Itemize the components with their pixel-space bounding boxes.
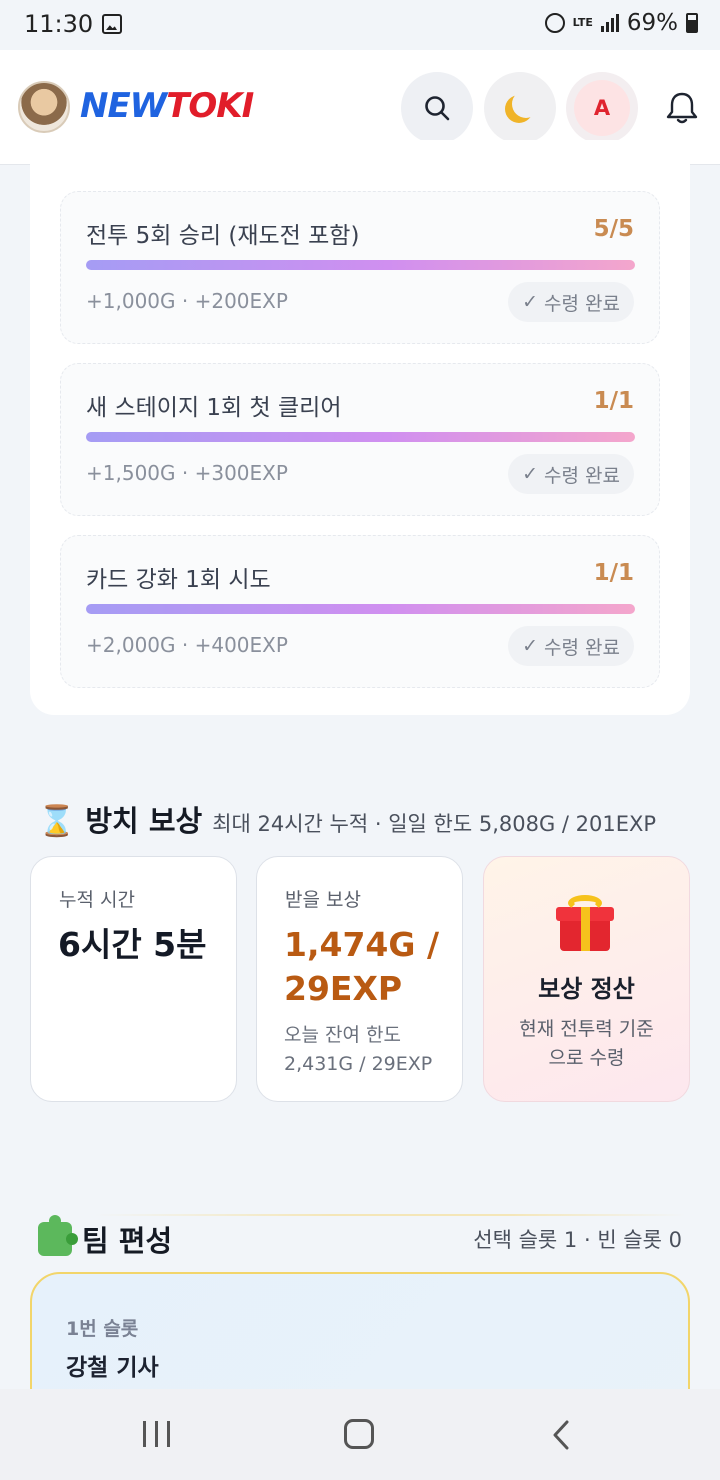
idle-reward-header: ⌛ 방치 보상 최대 24시간 누적 · 일일 한도 5,808G / 201E… [38,798,698,840]
puzzle-icon [38,1215,78,1256]
slot-character-name: 강철 기사 [66,1355,159,1381]
site-logo[interactable]: NEWTOKI [80,86,254,126]
team-header: 팀 편성 [38,1215,173,1260]
claim-done-button[interactable]: ✓ 수령 완료 [508,454,634,494]
system-nav-bar [0,1389,720,1480]
card-label: 누적 시간 [59,889,135,911]
quest-item: 새 스테이지 1회 첫 클리어 1/1 +1,500G · +300EXP ✓ … [60,363,660,516]
dark-mode-toggle[interactable] [484,72,556,144]
check-icon: ✓ [522,463,539,485]
section-title: 팀 편성 [82,1224,173,1258]
quest-count: 5/5 [593,216,634,242]
notification-bell-icon[interactable] [664,90,700,126]
gallery-notification-icon [102,14,122,34]
team-slot-summary: 선택 슬롯 1 · 빈 슬롯 0 [473,1228,682,1252]
quest-reward: +1,500G · +300EXP [86,461,288,485]
status-bar: 11:30 LTE 69% [0,0,720,50]
status-time: 11:30 [24,10,94,38]
home-button[interactable] [344,1419,374,1449]
section-subtitle: 최대 24시간 누적 · 일일 한도 5,808G / 201EXP [212,812,657,836]
check-icon: ✓ [522,291,539,313]
battery-percent: 69% [626,10,678,36]
quest-progress-bar [86,604,635,614]
back-button[interactable] [551,1420,571,1450]
logo-mascot-icon[interactable] [18,81,70,133]
gift-icon [556,895,614,953]
quest-title: 새 스테이지 1회 첫 클리어 [86,395,342,421]
quest-progress-bar [86,260,635,270]
remaining-limit-note: 오늘 잔여 한도 2,431G / 29EXP [284,1021,432,1079]
quest-count: 1/1 [593,560,634,586]
quest-reward: +2,000G · +400EXP [86,633,288,657]
quest-item: 카드 강화 1회 시도 1/1 +2,000G · +400EXP ✓ 수령 완… [60,535,660,688]
slot-label: 1번 슬롯 [66,1318,139,1340]
network-type: LTE [572,16,593,29]
note-label: 오늘 잔여 한도 [284,1024,401,1046]
accumulated-time-card: 누적 시간 6시간 5분 [30,856,237,1102]
recents-button[interactable] [143,1421,170,1447]
quest-progress-bar [86,432,635,442]
settle-note: 현재 전투력 기준 으로 수령 [484,1015,689,1073]
quest-reward: +1,000G · +200EXP [86,289,288,313]
profile-button[interactable]: A [566,72,638,144]
claim-label: 수령 완료 [544,636,620,659]
settle-note-line: 현재 전투력 기준 [519,1018,654,1040]
hourglass-icon: ⌛ [38,804,76,839]
claim-done-button[interactable]: ✓ 수령 완료 [508,626,634,666]
quest-title: 카드 강화 1회 시도 [86,567,271,593]
daily-quest-panel: 전투 5회 승리 (재도전 포함) 5/5 +1,000G · +200EXP … [30,140,690,715]
section-title: 방치 보상 [85,804,203,838]
moon-icon [512,90,540,118]
settle-reward-button[interactable]: 보상 정산 현재 전투력 기준 으로 수령 [483,856,690,1102]
claim-label: 수령 완료 [544,292,620,315]
note-value: 2,431G / 29EXP [284,1053,433,1075]
card-label: 받을 보상 [285,889,361,911]
reward-gold: 1,474G / [284,925,440,964]
quest-count: 1/1 [593,388,634,414]
claim-done-button[interactable]: ✓ 수령 완료 [508,282,634,322]
section-divider [95,1214,685,1216]
accumulated-time-value: 6시간 5분 [58,925,207,964]
signal-icon [600,14,619,32]
receivable-reward-card: 받을 보상 1,474G / 29EXP 오늘 잔여 한도 2,431G / 2… [256,856,463,1102]
logo-text-toki: TOKI [166,86,254,126]
reward-exp: 29EXP [284,969,403,1008]
receivable-reward-value: 1,474G / 29EXP [284,923,444,1011]
alarm-icon [544,13,565,33]
logo-text-new: NEW [80,86,167,126]
settle-title: 보상 정산 [538,975,635,1003]
settle-note-line: 으로 수령 [548,1047,625,1069]
search-button[interactable] [401,72,473,144]
avatar: A [574,80,630,136]
quest-item: 전투 5회 승리 (재도전 포함) 5/5 +1,000G · +200EXP … [60,191,660,344]
search-icon [425,96,450,121]
claim-label: 수령 완료 [544,464,620,487]
quest-title: 전투 5회 승리 (재도전 포함) [86,223,360,249]
check-icon: ✓ [522,635,539,657]
battery-icon [686,13,698,33]
